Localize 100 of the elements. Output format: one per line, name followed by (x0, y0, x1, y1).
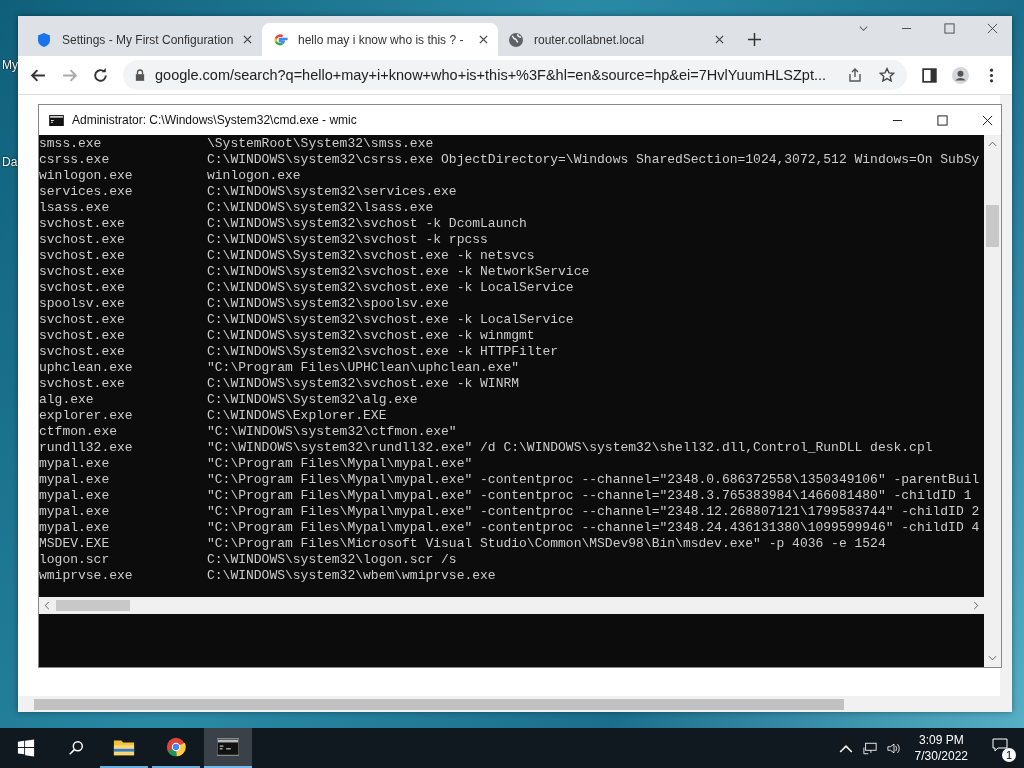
process-name: lsass.exe (39, 200, 111, 216)
command-line: C:\WINDOWS\system32\svchost -k DcomLaunch (207, 216, 527, 232)
command-line: C:\WINDOWS\Explorer.EXE (207, 408, 387, 424)
process-name: spoolsv.exe (39, 296, 126, 312)
process-name: mypal.exe (39, 520, 111, 536)
search-icon[interactable] (67, 739, 85, 757)
process-name: svchost.exe (39, 248, 126, 264)
process-name: rundll32.exe (39, 440, 134, 456)
browser-tab[interactable]: hello may i know who is this ? - (262, 23, 498, 56)
process-name: mypal.exe (39, 504, 111, 520)
command-line: C:\WINDOWS\system32\lsass.exe (207, 200, 434, 216)
process-name: ctfmon.exe (39, 424, 118, 440)
command-line: C:\WINDOWS\system32\svchost.exe -k LocalService (207, 280, 574, 296)
process-name: svchost.exe (39, 280, 126, 296)
profile-icon[interactable] (952, 66, 969, 84)
close-tab-icon[interactable] (243, 35, 252, 44)
command-line: C:\WINDOWS\system32\logon.scr /s (207, 552, 457, 568)
process-name: csrss.exe (39, 152, 111, 168)
scroll-right-icon[interactable] (973, 601, 979, 610)
process-name: smss.exe (39, 136, 103, 152)
close-tab-icon[interactable] (715, 35, 724, 44)
lock-icon (135, 69, 145, 81)
process-name: alg.exe (39, 392, 95, 408)
scroll-down-icon[interactable] (988, 655, 997, 661)
close-icon[interactable] (987, 23, 998, 34)
command-line: \SystemRoot\System32\smss.exe (207, 136, 434, 152)
scrollbar-thumb[interactable] (986, 205, 999, 247)
process-name: uphclean.exe (39, 360, 134, 376)
command-line: "C:\Program Files\Mypal\mypal.exe" -contentproc --channel="2348.0.686372558\1350349106" -parentBuil (207, 472, 980, 488)
process-name: logon.scr (39, 552, 111, 568)
share-icon[interactable] (847, 67, 863, 83)
close-icon[interactable] (982, 114, 993, 126)
scrollbar-thumb[interactable] (56, 600, 130, 611)
desktop-icon-label[interactable]: Da (2, 155, 18, 169)
command-line: "C:\Program Files\Mypal\mypal.exe" -contentproc --channel="2348.24.436131380\1099599946" -childID 4 (207, 520, 980, 536)
scroll-up-icon[interactable] (988, 141, 997, 147)
network-icon[interactable] (862, 741, 877, 755)
process-name: svchost.exe (39, 216, 126, 232)
command-line: C:\WINDOWS\system32\svchost.exe -k NetworkService (207, 264, 590, 280)
browser-tab[interactable]: Settings - My First Configuration (26, 23, 262, 56)
command-line: "C:\Program Files\Mypal\mypal.exe" -contentproc --channel="2348.3.765383984\1466081480" -childID 1 (207, 488, 972, 504)
side-panel-icon[interactable] (921, 66, 938, 84)
process-name: mypal.exe (39, 488, 111, 504)
process-name: svchost.exe (39, 264, 126, 280)
close-tab-icon[interactable] (479, 35, 488, 44)
command-line: "C:\Program Files\UPHClean\uphclean.exe" (207, 360, 520, 376)
command-line: C:\WINDOWS\System32\alg.exe (207, 392, 418, 408)
scrollbar[interactable] (18, 696, 1012, 712)
process-name: svchost.exe (39, 312, 126, 328)
reload-icon[interactable] (92, 66, 109, 84)
start-icon[interactable] (17, 739, 35, 757)
browser-tab[interactable]: router.collabnet.local (498, 23, 734, 56)
command-line: "C:\Program Files\Mypal\mypal.exe" (207, 456, 473, 472)
tab-search-icon[interactable] (858, 23, 869, 34)
process-name: winlogon.exe (39, 168, 134, 184)
scrollbar[interactable] (984, 135, 1001, 667)
process-name: MSDEV.EXE (39, 536, 111, 552)
process-name: explorer.exe (39, 408, 134, 424)
new-tab-icon[interactable] (748, 33, 761, 46)
window-title: Administrator: C:\Windows\System32\cmd.exe - wmic (72, 113, 357, 127)
command-line: C:\WINDOWS\system32\svchost.exe -k winmgmt (207, 328, 535, 344)
clock[interactable]: 3:09 PM 7/30/2022 (914, 732, 968, 764)
process-name: svchost.exe (39, 376, 126, 392)
console-icon (217, 737, 239, 757)
message-icon (992, 738, 1008, 752)
process-name: wmiprvse.exe (39, 568, 134, 584)
command-line: C:\WINDOWS\System32\svchost.exe -k HTTPFilter (207, 344, 559, 360)
process-name: svchost.exe (39, 232, 126, 248)
command-line: C:\WINDOWS\system32\svchost.exe -k WINRM (207, 376, 520, 392)
notification-count: 1 (1002, 748, 1016, 762)
desktop-icon-label[interactable]: My (2, 58, 18, 72)
taskbar-app[interactable] (204, 728, 252, 768)
maximize-icon[interactable] (944, 23, 955, 34)
maximize-icon[interactable] (937, 114, 948, 126)
star-icon[interactable] (879, 67, 895, 83)
command-line: C:\WINDOWS\system32\svchost.exe -k LocalService (207, 312, 574, 328)
command-line: C:\WINDOWS\system32\spoolsv.exe (207, 296, 449, 312)
process-name: mypal.exe (39, 456, 111, 472)
process-name: mypal.exe (39, 472, 111, 488)
shield-icon (36, 31, 52, 48)
command-line: "C:\WINDOWS\system32\rundll32.exe" /d C:\WINDOWS\system32\shell32.dll,Control_RunDLL desk.cpl (207, 440, 933, 456)
command-line: winlogon.exe (207, 168, 301, 184)
command-line: C:\WINDOWS\System32\svchost.exe -k netsvcs (207, 248, 535, 264)
command-line: "C:\Program Files\Mypal\mypal.exe" -contentproc --channel="2348.12.268807121\1799583744" -childID 2 (207, 504, 980, 520)
console-icon (49, 114, 64, 126)
command-line: C:\WINDOWS\system32\csrss.exe ObjectDirectory=\Windows SharedSection=1024,3072,512 Windows=On SubSy (207, 152, 980, 168)
command-line: C:\WINDOWS\system32\svchost -k rpcss (207, 232, 488, 248)
volume-icon[interactable] (886, 741, 901, 755)
scrollbar-thumb[interactable] (34, 699, 844, 710)
address-bar[interactable]: google.com/search?q=hello+may+i+know+who+is+this+%3F&hl=en&source=hp&ei=7HvlYuumHLSZpt... (123, 60, 907, 90)
process-name: svchost.exe (39, 344, 126, 360)
command-line: "C:\WINDOWS\system32\ctfmon.exe" (207, 424, 457, 440)
command-line: "C:\Program Files\Microsoft Visual Studio\Common\MSDev98\Bin\msdev.exe" -p 4036 -e 1524 (207, 536, 886, 552)
notifications-button[interactable]: 1 (990, 736, 1014, 760)
process-name: svchost.exe (39, 328, 126, 344)
scrollbar[interactable] (39, 597, 984, 614)
chrome-icon (165, 737, 187, 757)
command-line: C:\WINDOWS\system32\services.exe (207, 184, 457, 200)
command-line: C:\WINDOWS\system32\wbem\wmiprvse.exe (207, 568, 496, 584)
scroll-left-icon[interactable] (44, 601, 50, 610)
